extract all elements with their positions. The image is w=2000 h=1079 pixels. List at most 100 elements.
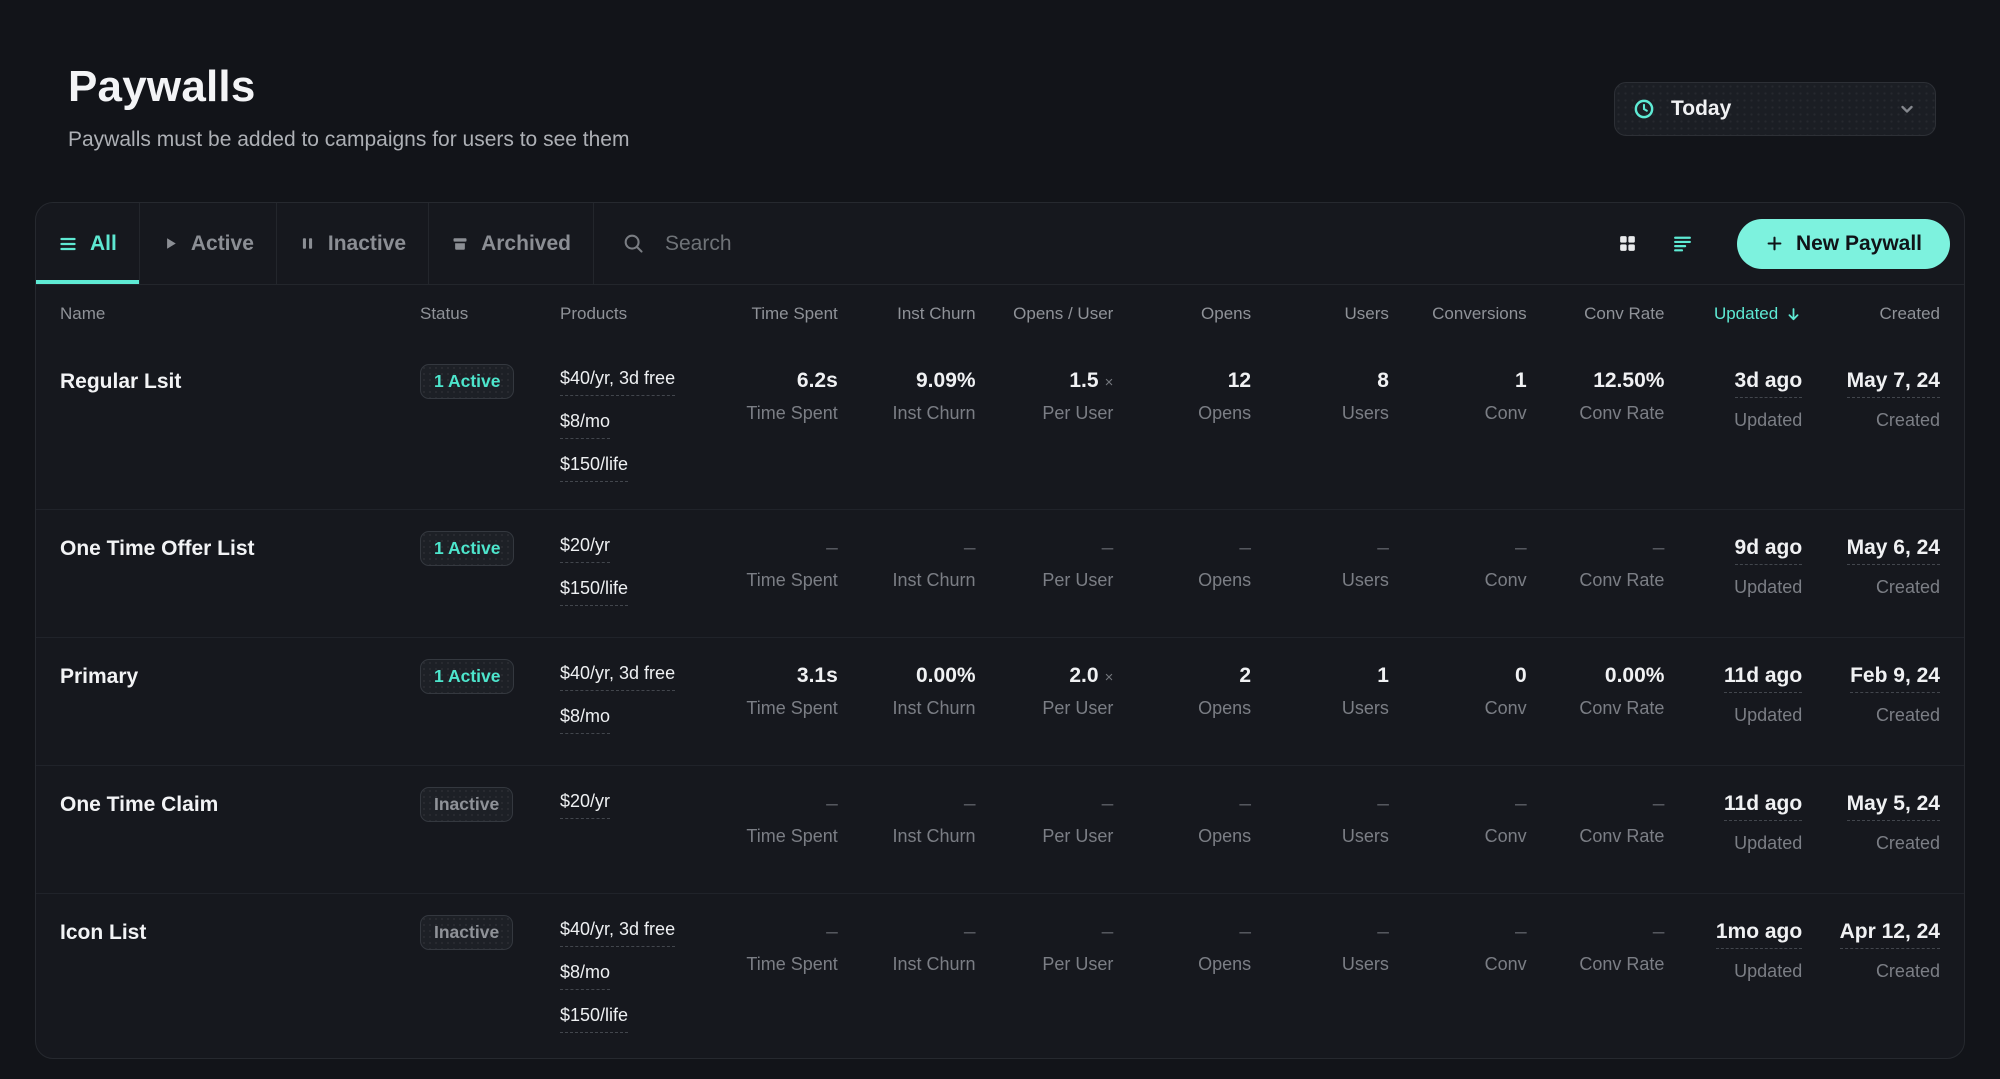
metric-label: Conv Rate [1579, 826, 1664, 847]
table-row[interactable]: Regular Lsit 1 Active $40/yr, 3d free $8/… [36, 343, 1964, 509]
product-item[interactable]: $150/life [560, 578, 628, 606]
table-row[interactable]: Icon List Inactive $40/yr, 3d free$8/mo$… [36, 893, 1964, 1059]
page-header: Paywalls Paywalls must be added to campa… [0, 0, 2000, 152]
tab-all[interactable]: All [36, 203, 140, 284]
search-box[interactable] [594, 203, 1613, 284]
metric-value: 11d ago [1724, 665, 1802, 693]
metric-value: 6.2s [797, 370, 838, 391]
product-item[interactable]: $20/yr [560, 791, 610, 819]
metric-value: 9.09% [916, 370, 976, 391]
product-item[interactable]: $150/life [560, 1005, 628, 1033]
metric-conv: –Conv [1389, 793, 1527, 847]
product-item[interactable]: $20/yr [560, 535, 610, 563]
metric-label: Updated [1734, 833, 1802, 854]
metric-value: 0.00% [1605, 665, 1665, 686]
product-item[interactable]: $8/mo [560, 411, 610, 439]
metric-inst-churn: 9.09%Inst Churn [838, 370, 976, 424]
table-body: Regular Lsit 1 Active $40/yr, 3d free $8/… [36, 343, 1964, 1059]
grid-view-button[interactable] [1613, 229, 1642, 258]
metric-label: Conv [1485, 826, 1527, 847]
view-toggles [1613, 203, 1697, 284]
metric-value: – [1239, 537, 1251, 558]
column-header-opens-user[interactable]: Opens / User [1013, 304, 1113, 324]
paywall-name[interactable]: Primary [60, 665, 138, 688]
new-paywall-label: New Paywall [1796, 232, 1922, 256]
metric-label: Per User [1042, 403, 1113, 424]
new-paywall-button[interactable]: New Paywall [1737, 219, 1950, 269]
column-header-time-spent[interactable]: Time Spent [751, 304, 837, 324]
column-header-inst-churn[interactable]: Inst Churn [897, 304, 975, 324]
metric-opens: –Opens [1113, 921, 1251, 975]
name-cell: One Time Offer List [60, 537, 420, 561]
column-header-conv-rate[interactable]: Conv Rate [1584, 304, 1664, 324]
column-header-conversions[interactable]: Conversions [1432, 304, 1527, 324]
metric-value: 2.0× [1069, 665, 1113, 686]
metric-label: Per User [1042, 570, 1113, 591]
metric-label: Time Spent [746, 698, 837, 719]
column-header-status[interactable]: Status [420, 304, 560, 324]
page-title: Paywalls [68, 62, 629, 112]
metric-conv: 0Conv [1389, 665, 1527, 719]
list-view-button[interactable] [1668, 229, 1697, 258]
product-item[interactable]: $40/yr, 3d free [560, 368, 675, 396]
tab-inactive[interactable]: Inactive [277, 203, 429, 284]
search-input[interactable] [663, 231, 1603, 257]
metric-label: Inst Churn [893, 570, 976, 591]
product-item[interactable]: $8/mo [560, 962, 610, 990]
table-header-row: NameStatusProducts Time Spent Inst Churn Op… [36, 285, 1964, 343]
metric-label: Created [1876, 961, 1940, 982]
metric-time-spent: –Time Spent [700, 793, 838, 847]
metric-label: Created [1876, 705, 1940, 726]
metric-value: 12.50% [1593, 370, 1664, 391]
search-icon [622, 232, 645, 255]
product-item[interactable]: $40/yr, 3d free [560, 919, 675, 947]
column-header-name[interactable]: Name [60, 304, 420, 324]
metric-label: Time Spent [746, 570, 837, 591]
metric-created: May 7, 24Created [1802, 370, 1940, 431]
product-item[interactable]: $40/yr, 3d free [560, 663, 675, 691]
plus-icon [1765, 234, 1784, 253]
date-filter-label: Today [1671, 97, 1731, 121]
metric-value: 3d ago [1735, 370, 1803, 398]
status-badge: 1 Active [420, 364, 514, 399]
metric-inst-churn: 0.00%Inst Churn [838, 665, 976, 719]
metric-label: Updated [1734, 705, 1802, 726]
table-row[interactable]: One Time Offer List 1 Active $20/yr $150/… [36, 509, 1964, 637]
column-header-created[interactable]: Created [1880, 304, 1940, 324]
page-subtitle: Paywalls must be added to campaigns for … [68, 128, 629, 152]
chevron-down-icon [1897, 99, 1917, 119]
column-header-updated[interactable]: Updated [1714, 304, 1802, 324]
column-header-users[interactable]: Users [1344, 304, 1388, 324]
metric-label: Conv [1485, 698, 1527, 719]
products-cell: $20/yr $150/life [560, 535, 700, 606]
metric-label: Conv Rate [1579, 570, 1664, 591]
product-item[interactable]: $150/life [560, 454, 628, 482]
metric-value: 0.00% [916, 665, 976, 686]
metric-conv-rate: 12.50%Conv Rate [1527, 370, 1665, 424]
column-header-opens[interactable]: Opens [1201, 304, 1251, 324]
products-cell: $40/yr, 3d free $8/mo [560, 663, 700, 734]
tab-archived[interactable]: Archived [429, 203, 594, 284]
metric-value: Apr 12, 24 [1840, 921, 1940, 949]
column-header-products[interactable]: Products [560, 304, 700, 324]
metric-label: Updated [1734, 410, 1802, 431]
metric-value: – [1653, 537, 1665, 558]
status-badge: 1 Active [420, 531, 514, 566]
metric-value: – [1102, 537, 1114, 558]
paywall-name[interactable]: One Time Claim [60, 793, 218, 816]
tab-active[interactable]: Active [140, 203, 277, 284]
metric-updated: 1mo agoUpdated [1664, 921, 1802, 982]
metric-value: 1 [1377, 665, 1389, 686]
product-item[interactable]: $8/mo [560, 706, 610, 734]
metric-opens: 2Opens [1113, 665, 1251, 719]
name-cell: Icon List [60, 921, 420, 945]
paywall-name[interactable]: One Time Offer List [60, 537, 255, 560]
table-row[interactable]: One Time Claim Inactive $20/yr –Time Spe… [36, 765, 1964, 893]
metric-created: Apr 12, 24 Created [1802, 921, 1940, 982]
metric-value: – [1653, 793, 1665, 814]
table-row[interactable]: Primary 1 Active $40/yr, 3d free$8/mo 3.… [36, 637, 1964, 765]
metric-users: 1Users [1251, 665, 1389, 719]
date-filter-dropdown[interactable]: Today [1614, 82, 1936, 136]
paywall-name[interactable]: Icon List [60, 921, 146, 944]
paywall-name[interactable]: Regular Lsit [60, 370, 181, 393]
